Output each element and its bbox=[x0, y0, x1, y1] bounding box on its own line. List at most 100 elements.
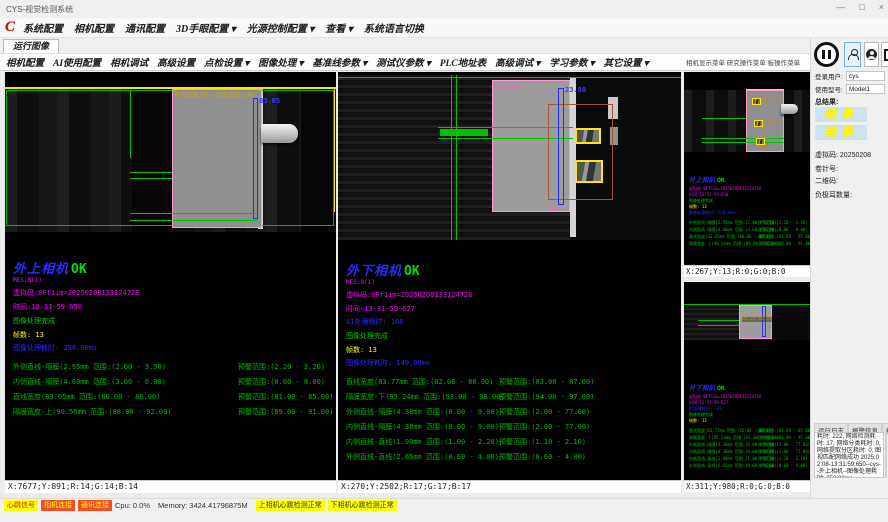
login-user-button[interactable] bbox=[844, 42, 861, 67]
baseline-yellow bbox=[5, 87, 336, 89]
login-user-value[interactable]: cys bbox=[846, 71, 885, 81]
view-header-links[interactable]: 相机显示菜单 研究操作菜单 板操作菜单 bbox=[686, 57, 808, 67]
window-title: CYS-视觉检测系统 bbox=[6, 4, 73, 15]
measurement-row: 直线宽度(83.05mm 范围:(80.00 - 86.00)预警范围:(81.… bbox=[13, 392, 333, 407]
toolbar-item[interactable]: 高级调试 ▾ bbox=[495, 59, 540, 69]
toolbar-item[interactable]: 测试仪参数 ▾ bbox=[376, 59, 431, 69]
result-ok-badge: OK bbox=[71, 262, 87, 277]
result-badge-lower: 结果 bbox=[815, 125, 867, 140]
mes-sub-label: MES:B(1) bbox=[346, 279, 678, 286]
thumb-info-upper: 外上相机OK 虚拟码:0Ff1im=20250208133124728 时间:1… bbox=[689, 167, 808, 247]
vcode-row: 虚拟码: 20250208 bbox=[815, 150, 871, 160]
measure-line-green bbox=[130, 220, 258, 221]
edge-line-vertical bbox=[456, 75, 457, 240]
camera-view-upper[interactable]: 平均阈值:93, 动态阈值:100 83.05 外上相机OK MES:B(1) … bbox=[5, 72, 336, 493]
camera-name: 外上相机 bbox=[13, 262, 69, 277]
measurement-row: 内侧直线-直线(1.90mm 范围:(1.00 - 2.20)预警范围:(1.1… bbox=[346, 437, 678, 452]
menu-item[interactable]: 系统语言切换 bbox=[364, 24, 424, 35]
user-dark-icon bbox=[866, 49, 877, 60]
camera-info-lower: 外下相机OK MES:B(1) 虚拟码:0Ff1im=2025020813312… bbox=[346, 260, 678, 467]
upper-camera-heartbeat-status: 上相机心跳检测正常 bbox=[256, 500, 325, 511]
model-value[interactable]: Model1 bbox=[846, 84, 885, 94]
menu-item[interactable]: 光源控制配置 ▾ bbox=[247, 24, 315, 35]
measurement-list: 直线宽度(83.77mm 范围:(82.00 - 88.00)预警范围:(83.… bbox=[346, 377, 678, 467]
width-measure-box bbox=[253, 98, 258, 219]
sidebar: 登录用户: cys 使用型号: Model1 总结果: 结果 结果 虚拟码: 2… bbox=[810, 38, 888, 498]
toolbar-item[interactable]: PLC地址表 bbox=[440, 59, 486, 69]
app-logo-icon: C bbox=[5, 19, 15, 36]
menu-item[interactable]: 相机配置 bbox=[74, 24, 114, 35]
measurement-row: 内侧直线-隔膜(4.60mm 范围:(3.00 - 6.00)预警范围:(0.0… bbox=[13, 377, 333, 392]
door-exit-icon bbox=[884, 49, 888, 61]
measurement-row: 外侧直线-隔膜(2.95mm 范围:(2.00 - 3.50)预警范围:(2.2… bbox=[13, 362, 333, 377]
mes-sub-label: MES:B(1) bbox=[13, 277, 333, 284]
thumbnail-lower-camera[interactable]: 95.24 83.77 外下相机OK 虚拟码:0Ff1im=2025020813… bbox=[684, 282, 810, 492]
frame-line: 帧数: 13 bbox=[13, 330, 333, 340]
edge-line-vertical bbox=[130, 90, 131, 158]
operator-button[interactable] bbox=[864, 42, 879, 67]
toolbar-item[interactable]: 点检设置 ▾ bbox=[204, 59, 249, 69]
toolbar-item[interactable]: 图像处理 ▾ bbox=[258, 59, 303, 69]
comm-link-indicator: 通讯连接 bbox=[78, 500, 112, 511]
close-button[interactable]: × bbox=[879, 2, 884, 12]
menu-item[interactable]: 3D手眼配置 ▾ bbox=[176, 24, 236, 35]
edge-marker-green bbox=[440, 129, 488, 136]
width-value-label: 23.80 bbox=[565, 86, 586, 94]
top-line-green bbox=[338, 77, 681, 78]
exit-button[interactable] bbox=[881, 42, 888, 67]
toolbar-item[interactable]: 学习参数 ▾ bbox=[549, 59, 594, 69]
thumbnail-upper-camera[interactable]: 90.56 83.05 2.95 外上相机OK 虚拟码:0Ff1im=20250… bbox=[684, 72, 810, 277]
titlebar: CYS-视觉检测系统 — □ × bbox=[0, 0, 888, 18]
reel-label: 卷针号: bbox=[815, 164, 838, 174]
menubar: C 系统配置相机配置通讯配置 3D手眼配置 ▾ 光源控制配置 ▾ 查看 ▾ 系统语言切换 bbox=[0, 18, 888, 38]
search-region-rect bbox=[6, 90, 334, 226]
toolbar-item[interactable]: AI使用配置 bbox=[53, 59, 101, 69]
pixel-status-thumb-upper: X:267;Y:13;R:0;G:0;B:0 bbox=[684, 265, 810, 277]
done-line: 图像处理完成 bbox=[346, 331, 678, 341]
login-user-label: 登录用户: bbox=[815, 71, 843, 81]
camera-view-lower[interactable]: AI检测框 23.80 95.24 外下相机OK MES:B(1) 虚拟码:0F… bbox=[338, 72, 681, 493]
tab-strip: 运行图像 bbox=[0, 38, 810, 53]
width-value-label: 83.05 bbox=[259, 97, 280, 105]
pixel-status-upper: X:7677;Y:891;R:14;G:14;B:14 bbox=[5, 480, 336, 493]
pixel-status-lower: X:270;Y:2502;R:17;G:17;B:17 bbox=[338, 480, 681, 493]
menu-item[interactable]: 通讯配置 bbox=[125, 24, 165, 35]
menu-items: 系统配置相机配置通讯配置 3D手眼配置 ▾ 光源控制配置 ▾ 查看 ▾ 系统语言切换 bbox=[23, 19, 435, 37]
menu-item[interactable]: 查看 ▾ bbox=[325, 24, 353, 35]
toolbar-item[interactable]: 基准线参数 ▾ bbox=[312, 59, 367, 69]
barcode-line: 虚拟码:0Ff1im=20250208133124728 bbox=[346, 290, 678, 300]
log-scrollbar[interactable] bbox=[885, 432, 887, 478]
separator-roi-rect bbox=[172, 89, 262, 228]
app-window: { "window": { "title": "CYS-视觉检测系统", "mi… bbox=[0, 0, 888, 522]
tab-run-image[interactable]: 运行图像 bbox=[3, 39, 59, 53]
thumb-annotation: 95.24 83.77 bbox=[742, 317, 772, 322]
camera-info-upper: 外上相机OK MES:B(1) 虚拟码:0Ff1im=2025020813312… bbox=[13, 258, 333, 422]
vcode-value: 20250208 bbox=[840, 152, 871, 159]
tab-detect-box-2 bbox=[575, 160, 603, 183]
maximize-button[interactable]: □ bbox=[859, 2, 864, 12]
frame-line: 帧数: 13 bbox=[346, 345, 678, 355]
baseline-yellow-right bbox=[334, 89, 335, 212]
tab-connector-blob bbox=[261, 124, 298, 143]
measurement-row: 外侧直线-隔膜(4.38mm 范围:(0.00 - 9.00)预警范围:(2.0… bbox=[346, 407, 678, 422]
pixel-status-thumb-lower: X:311;Y:980;R:0;G:0;B:0 bbox=[684, 480, 810, 492]
toolbar-item[interactable]: 其它设置 ▾ bbox=[603, 59, 648, 69]
elapsed-line: 图像处理耗时: 149.00ms bbox=[346, 358, 678, 368]
status-bar: 心跳信号 相机连接 通讯连接 Cpu: 0.0% Memory: 3424.41… bbox=[0, 498, 888, 522]
log-output[interactable]: 耗时: 222, 网络检测耗时: 17, 网络分类耗时: 0, 网络提取分区耗时… bbox=[814, 432, 884, 478]
ai-time-line: AI处理耗时: 166 bbox=[346, 317, 678, 327]
thumb-annotation: 83.05 bbox=[764, 121, 778, 126]
minimize-button[interactable]: — bbox=[836, 2, 845, 12]
model-label: 使用型号: bbox=[815, 84, 843, 94]
toolbar-item[interactable]: 相机调试 bbox=[110, 59, 148, 69]
menu-item[interactable]: 系统配置 bbox=[23, 24, 63, 35]
pause-button[interactable] bbox=[814, 42, 839, 67]
barcode-line: 虚拟码:0Ff1im=20250208133124728 bbox=[13, 288, 333, 298]
pink-value-label: 95.24 bbox=[550, 206, 568, 213]
neg-tab-count-label: 负极耳数量: bbox=[815, 190, 852, 200]
thumb-annotation: 2.95 bbox=[758, 147, 769, 152]
user-icon bbox=[848, 49, 858, 60]
time-line: 时间:13-31-59-650 bbox=[13, 302, 333, 312]
toolbar-item[interactable]: 相机配置 bbox=[6, 59, 44, 69]
toolbar-item[interactable]: 高级设置 bbox=[157, 59, 195, 69]
